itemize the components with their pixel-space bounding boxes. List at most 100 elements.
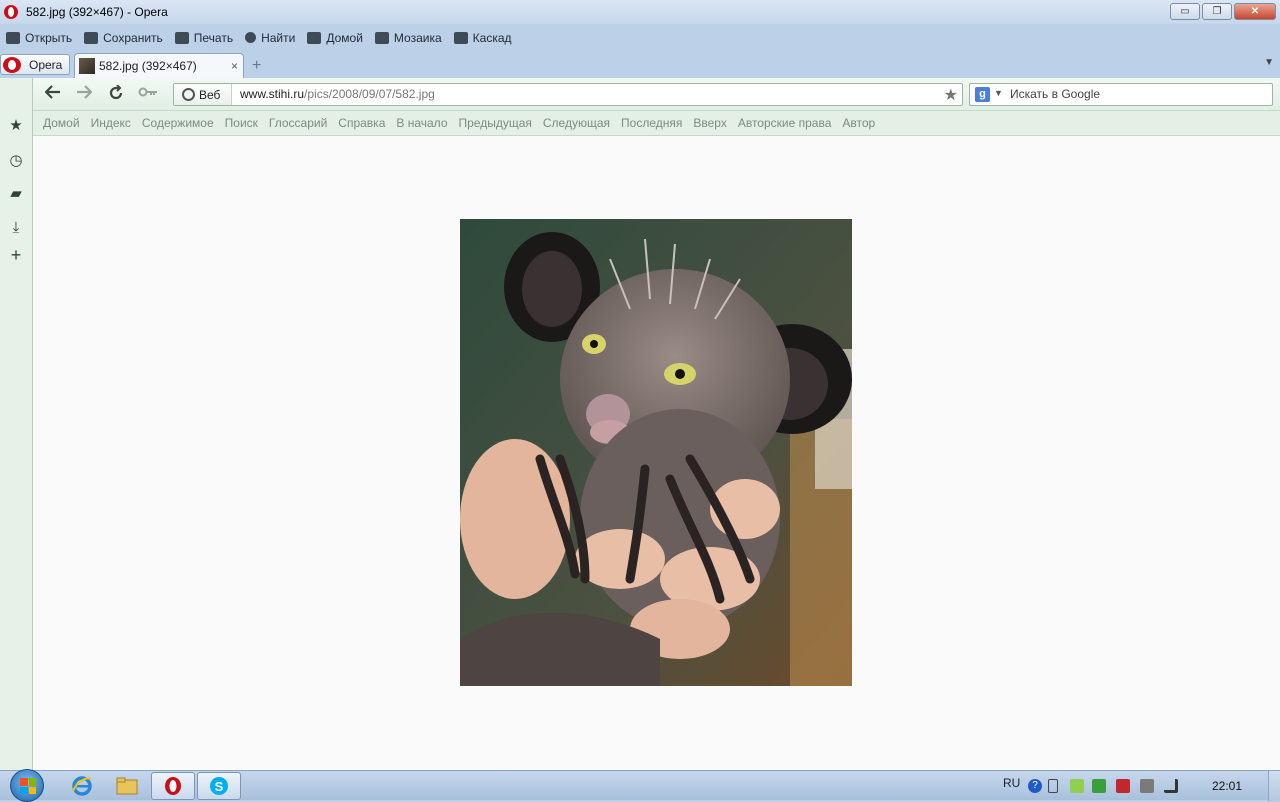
arrow-left-icon (44, 85, 60, 99)
close-button[interactable]: ✕ (1234, 3, 1276, 20)
opera-menu-label: Opera (29, 57, 63, 72)
link-home[interactable]: Домой (43, 116, 80, 130)
link-contents[interactable]: Содержимое (142, 116, 214, 130)
skype-icon: S (210, 777, 228, 795)
key-button[interactable] (138, 85, 158, 103)
home-button[interactable]: Домой (307, 31, 363, 45)
tab-menu-chevron-down-icon[interactable]: ▼ (1264, 57, 1274, 68)
new-tab-icon[interactable]: + (252, 57, 261, 75)
photo-drawing (460, 219, 852, 686)
bookmark-star-icon[interactable]: ★ (944, 85, 958, 105)
taskbar-explorer[interactable] (105, 772, 149, 800)
save-button[interactable]: Сохранить (84, 31, 163, 45)
window-title: 582.jpg (392×467) - Opera (26, 5, 168, 19)
link-author[interactable]: Автор (842, 116, 875, 130)
link-previous[interactable]: Предыдущая (459, 116, 532, 130)
navigation-links-bar: Домой Индекс Содержимое Поиск Глоссарий … (33, 111, 1280, 136)
tray-antivirus-icon[interactable] (1116, 779, 1130, 793)
windows-logo-icon (20, 778, 36, 794)
print-icon (174, 31, 189, 44)
window-titlebar: 582.jpg (392×467) - Opera ▭ ❐ ✕ (0, 0, 1280, 24)
help-icon[interactable]: ? (1028, 779, 1042, 793)
find-label: Найти (261, 30, 296, 45)
system-clock[interactable]: 22:01 (1212, 779, 1242, 793)
aye-aye-photo (460, 219, 852, 686)
print-button[interactable]: Печать (174, 30, 234, 45)
url-path: /pics/2008/09/07/582.jpg (304, 87, 435, 101)
forward-button[interactable] (74, 85, 94, 103)
search-field[interactable]: g ▼ Искать в Google (969, 83, 1273, 106)
google-icon[interactable]: g (975, 87, 990, 102)
reload-button[interactable] (106, 84, 126, 103)
start-button[interactable] (10, 769, 44, 802)
badge-label: Веб (199, 87, 221, 102)
tile-label: Мозаика (393, 30, 442, 45)
tile-icon (374, 31, 389, 44)
cascade-button[interactable]: Каскад (453, 30, 512, 45)
folder-icon (6, 31, 20, 44)
tray-arrows-icon[interactable] (1048, 779, 1058, 793)
link-up[interactable]: Вверх (693, 116, 726, 130)
key-icon (138, 87, 157, 97)
side-panel: ★ ◷ ▰ ⤓ + (0, 78, 33, 770)
bookmarks-star-icon[interactable]: ★ (8, 118, 24, 134)
add-panel-icon[interactable]: + (8, 246, 24, 264)
downloads-icon[interactable]: ⤓ (8, 220, 24, 236)
show-desktop-button[interactable] (1268, 771, 1280, 801)
window-controls: ▭ ❐ ✕ (1170, 3, 1276, 20)
print-label: Печать (193, 30, 234, 45)
opera-menu-button[interactable]: Opera (0, 54, 70, 75)
tray-download-icon[interactable] (1092, 779, 1106, 793)
reload-icon (109, 84, 123, 100)
page-content (33, 136, 1280, 770)
tray-power-icon[interactable] (1140, 779, 1154, 793)
windows-taskbar: S RU ? 22:01 (0, 769, 1280, 802)
link-search[interactable]: Поиск (225, 116, 258, 130)
cascade-label: Каскад (472, 30, 512, 45)
save-icon (84, 31, 99, 44)
address-bar[interactable]: Веб www.stihi.ru/pics/2008/09/07/582.jpg… (173, 83, 963, 106)
tray-app-green-icon[interactable] (1070, 779, 1084, 793)
cascade-icon (453, 31, 468, 44)
tab-bar: Opera 582.jpg (392×467) × + ▼ (0, 51, 1280, 78)
security-badge[interactable]: Веб (174, 84, 232, 105)
link-index[interactable]: Индекс (91, 116, 131, 130)
restore-button[interactable]: ❐ (1202, 3, 1232, 20)
globe-icon (182, 88, 195, 101)
minimize-button[interactable]: ▭ (1170, 3, 1200, 20)
open-button[interactable]: Открыть (6, 31, 72, 45)
link-next[interactable]: Следующая (543, 116, 610, 130)
navigation-bar: Веб www.stihi.ru/pics/2008/09/07/582.jpg… (33, 78, 1280, 111)
tab-active[interactable]: 582.jpg (392×467) × (74, 53, 244, 78)
url-text[interactable]: www.stihi.ru/pics/2008/09/07/582.jpg (240, 87, 435, 101)
taskbar-internet-explorer[interactable] (60, 772, 104, 800)
back-button[interactable] (43, 85, 63, 103)
taskbar-skype[interactable]: S (197, 772, 241, 800)
link-glossary[interactable]: Глоссарий (269, 116, 327, 130)
link-first[interactable]: В начало (396, 116, 447, 130)
taskbar-opera[interactable] (151, 772, 195, 800)
find-button[interactable]: Найти (245, 31, 295, 45)
tab-thumbnail-icon (79, 58, 95, 74)
url-domain: www.stihi.ru (240, 87, 305, 101)
language-indicator[interactable]: RU (1003, 776, 1020, 790)
tile-button[interactable]: Мозаика (374, 30, 442, 45)
tab-close-icon[interactable]: × (231, 59, 238, 73)
opera-logo-icon[interactable] (4, 5, 18, 19)
opera-icon (3, 56, 21, 73)
opera-icon (165, 777, 181, 795)
menu-toolbar: Открыть Сохранить Печать Найти Домой Моз… (0, 24, 1280, 51)
network-signal-icon[interactable] (1164, 779, 1178, 793)
open-label: Открыть (25, 30, 73, 45)
save-label: Сохранить (103, 30, 163, 45)
link-copyright[interactable]: Авторские права (738, 116, 832, 130)
link-last[interactable]: Последняя (621, 116, 682, 130)
explorer-folder-icon (116, 777, 138, 795)
tab-label: 582.jpg (392×467) (99, 59, 197, 73)
history-clock-icon[interactable]: ◷ (8, 153, 24, 169)
svg-text:S: S (215, 779, 224, 794)
link-help[interactable]: Справка (338, 116, 385, 130)
notes-icon[interactable]: ▰ (8, 186, 24, 202)
arrow-right-icon (77, 85, 93, 99)
search-engine-chevron-down-icon[interactable]: ▼ (994, 88, 1003, 98)
